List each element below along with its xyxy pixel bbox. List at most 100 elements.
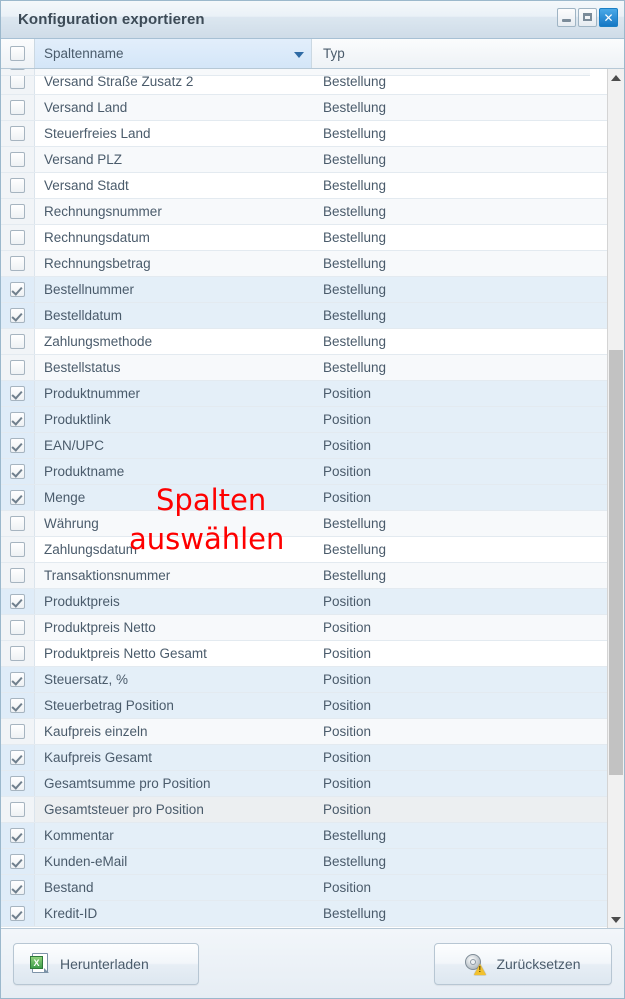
row-checkbox[interactable] <box>10 256 25 271</box>
row-checkbox[interactable] <box>10 880 25 895</box>
table-row[interactable]: Bestellstatus Bestellung <box>1 355 607 381</box>
row-checkbox-cell[interactable] <box>1 745 35 770</box>
table-row[interactable]: Bestellnummer Bestellung <box>1 277 607 303</box>
row-checkbox[interactable] <box>10 724 25 739</box>
maximize-button[interactable] <box>578 8 597 27</box>
row-checkbox-cell[interactable] <box>1 277 35 302</box>
table-row[interactable]: Gesamtsumme pro Position Position <box>1 771 607 797</box>
select-all-checkbox[interactable] <box>10 46 25 61</box>
row-checkbox[interactable] <box>10 516 25 531</box>
table-row[interactable]: Steuerfreies Land Bestellung <box>1 121 607 147</box>
row-checkbox-cell[interactable] <box>1 615 35 640</box>
table-row[interactable]: Menge Position <box>1 485 607 511</box>
row-checkbox[interactable] <box>10 750 25 765</box>
row-checkbox-cell[interactable] <box>1 381 35 406</box>
column-header-typ[interactable]: Typ <box>312 39 624 68</box>
row-checkbox[interactable] <box>10 828 25 843</box>
row-checkbox[interactable] <box>10 412 25 427</box>
row-checkbox[interactable] <box>10 698 25 713</box>
row-checkbox[interactable] <box>10 802 25 817</box>
row-checkbox-cell[interactable] <box>1 69 35 75</box>
row-checkbox-cell[interactable] <box>1 199 35 224</box>
row-checkbox-cell[interactable] <box>1 589 35 614</box>
table-row[interactable]: Produktpreis Position <box>1 589 607 615</box>
table-row[interactable]: Produktlink Position <box>1 407 607 433</box>
scrollbar-thumb[interactable] <box>609 350 623 775</box>
table-row[interactable]: Versand Stadt Bestellung <box>1 173 607 199</box>
row-checkbox[interactable] <box>10 69 25 70</box>
table-row[interactable]: Steuerbetrag Position Position <box>1 693 607 719</box>
row-checkbox[interactable] <box>10 360 25 375</box>
row-checkbox[interactable] <box>10 646 25 661</box>
row-checkbox-cell[interactable] <box>1 901 35 926</box>
row-checkbox-cell[interactable] <box>1 147 35 172</box>
row-checkbox[interactable] <box>10 386 25 401</box>
table-row[interactable]: Rechnungsbetrag Bestellung <box>1 251 607 277</box>
row-checkbox[interactable] <box>10 854 25 869</box>
close-button[interactable]: ✕ <box>599 8 618 27</box>
row-checkbox-cell[interactable] <box>1 641 35 666</box>
table-row[interactable]: Produktpreis Netto Position <box>1 615 607 641</box>
chevron-down-icon[interactable] <box>294 51 304 58</box>
table-row[interactable]: Kaufpreis Gesamt Position <box>1 745 607 771</box>
reset-button[interactable]: Zurücksetzen <box>434 942 612 985</box>
row-checkbox[interactable] <box>10 230 25 245</box>
row-checkbox[interactable] <box>10 464 25 479</box>
scroll-down-arrow-icon[interactable] <box>608 911 624 928</box>
table-row[interactable]: Produktname Position <box>1 459 607 485</box>
table-row[interactable]: Kaufpreis einzeln Position <box>1 719 607 745</box>
table-row[interactable]: Bestand Position <box>1 875 607 901</box>
minimize-button[interactable] <box>557 8 576 27</box>
row-checkbox[interactable] <box>10 776 25 791</box>
row-checkbox[interactable] <box>10 594 25 609</box>
row-checkbox-cell[interactable] <box>1 485 35 510</box>
table-row[interactable]: Kredit-ID Bestellung <box>1 901 607 927</box>
row-checkbox[interactable] <box>10 282 25 297</box>
table-row[interactable]: Versand PLZ Bestellung <box>1 147 607 173</box>
row-checkbox-cell[interactable] <box>1 849 35 874</box>
row-checkbox[interactable] <box>10 126 25 141</box>
row-checkbox-cell[interactable] <box>1 719 35 744</box>
row-checkbox-cell[interactable] <box>1 797 35 822</box>
column-header-spaltenname[interactable]: Spaltenname <box>35 39 312 68</box>
row-checkbox-cell[interactable] <box>1 433 35 458</box>
select-all-header-cell[interactable] <box>1 39 35 68</box>
row-checkbox-cell[interactable] <box>1 355 35 380</box>
row-checkbox-cell[interactable] <box>1 121 35 146</box>
row-checkbox[interactable] <box>10 178 25 193</box>
table-row[interactable]: Transaktionsnummer Bestellung <box>1 563 607 589</box>
row-checkbox[interactable] <box>10 620 25 635</box>
row-checkbox-cell[interactable] <box>1 537 35 562</box>
row-checkbox[interactable] <box>10 568 25 583</box>
row-checkbox-cell[interactable] <box>1 459 35 484</box>
row-checkbox-cell[interactable] <box>1 329 35 354</box>
table-row[interactable]: Rechnungsnummer Bestellung <box>1 199 607 225</box>
row-checkbox-cell[interactable] <box>1 95 35 120</box>
row-checkbox[interactable] <box>10 204 25 219</box>
row-checkbox-cell[interactable] <box>1 173 35 198</box>
scroll-up-arrow-icon[interactable] <box>608 69 624 86</box>
row-checkbox[interactable] <box>10 490 25 505</box>
row-checkbox-cell[interactable] <box>1 693 35 718</box>
vertical-scrollbar[interactable] <box>607 69 624 928</box>
row-checkbox-cell[interactable] <box>1 303 35 328</box>
row-checkbox-cell[interactable] <box>1 225 35 250</box>
table-row[interactable]: Rechnungsdatum Bestellung <box>1 225 607 251</box>
row-checkbox[interactable] <box>10 308 25 323</box>
row-checkbox-cell[interactable] <box>1 771 35 796</box>
row-checkbox-cell[interactable] <box>1 407 35 432</box>
row-checkbox-cell[interactable] <box>1 875 35 900</box>
table-row[interactable]: EAN/UPC Position <box>1 433 607 459</box>
table-row[interactable]: Gesamtsteuer pro Position Position <box>1 797 607 823</box>
row-checkbox-cell[interactable] <box>1 251 35 276</box>
row-checkbox-cell[interactable] <box>1 511 35 536</box>
row-checkbox[interactable] <box>10 152 25 167</box>
table-row[interactable]: Zahlungsdatum Bestellung <box>1 537 607 563</box>
table-row[interactable]: Währung Bestellung <box>1 511 607 537</box>
table-row[interactable]: Steuersatz, % Position <box>1 667 607 693</box>
download-button[interactable]: Herunterladen <box>13 942 199 985</box>
table-row[interactable]: Versand Land Bestellung <box>1 95 607 121</box>
table-row[interactable]: Kunden-eMail Bestellung <box>1 849 607 875</box>
table-row[interactable]: Produktnummer Position <box>1 381 607 407</box>
table-row[interactable]: Kommentar Bestellung <box>1 823 607 849</box>
